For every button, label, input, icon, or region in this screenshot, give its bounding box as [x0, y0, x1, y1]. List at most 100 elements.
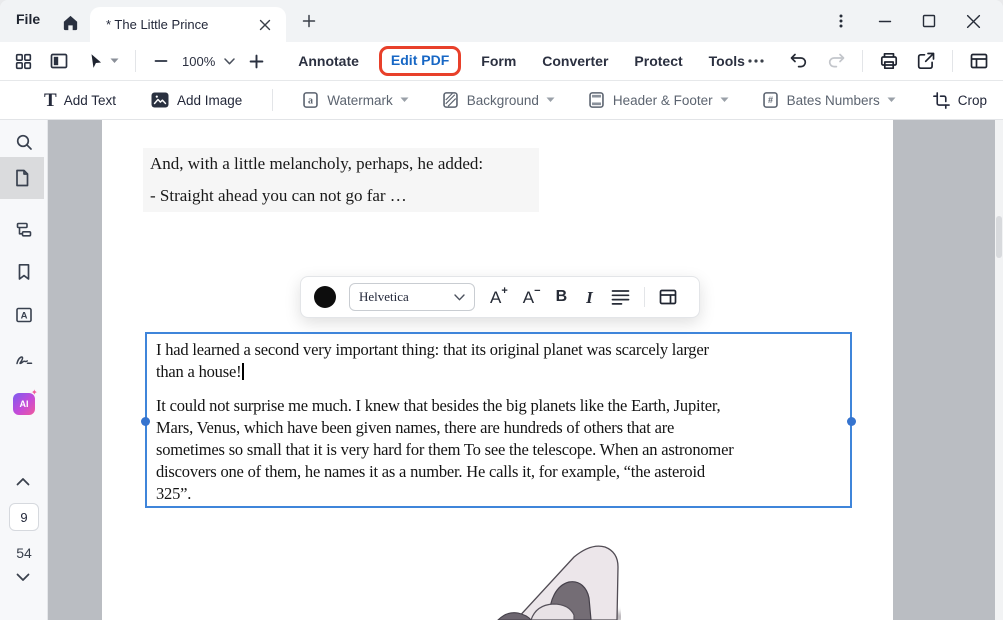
close-window-button[interactable]	[951, 0, 995, 42]
redo-icon	[826, 52, 846, 70]
tab-form[interactable]: Form	[481, 53, 516, 69]
share-export-button[interactable]	[916, 51, 936, 71]
resize-handle-left[interactable]	[141, 417, 150, 426]
italic-button[interactable]: I	[586, 289, 593, 306]
text-block-hover[interactable]: And, with a little melancholy, perhaps, …	[143, 148, 539, 212]
background-button[interactable]: Background	[441, 90, 555, 110]
app-menu-button[interactable]	[819, 0, 863, 42]
tab-edit-pdf[interactable]: Edit PDF	[379, 46, 461, 76]
sparkle-icon: ✦	[31, 388, 38, 397]
minimize-button[interactable]	[863, 0, 907, 42]
text-field-icon: A	[14, 305, 34, 325]
chevron-down-icon	[720, 97, 729, 103]
zoom-in-button[interactable]	[249, 54, 264, 69]
tab-annotate[interactable]: Annotate	[298, 53, 359, 69]
tab-protect[interactable]: Protect	[634, 53, 682, 69]
add-image-button[interactable]: Add Image	[150, 91, 242, 109]
document-canvas: And, with a little melancholy, perhaps, …	[48, 120, 1003, 620]
zoom-dropdown-button[interactable]	[224, 58, 235, 65]
tab-edit-pdf-label: Edit PDF	[391, 52, 449, 68]
more-options-button[interactable]	[747, 58, 765, 64]
page-thumbnails-icon	[12, 168, 32, 188]
header-footer-button[interactable]: Header & Footer	[587, 90, 729, 110]
layout-panel-icon	[969, 51, 989, 71]
edit-toolbar: T Add Text Add Image a Watermark Backgro…	[0, 81, 1003, 120]
page-illustration	[378, 540, 621, 620]
decrease-font-button[interactable]: A−	[523, 289, 541, 306]
crop-button[interactable]: Crop	[932, 91, 987, 110]
bates-numbers-button[interactable]: # Bates Numbers	[761, 90, 896, 110]
home-button[interactable]	[58, 10, 82, 34]
plus-icon	[302, 14, 316, 28]
doc-text-line: It could not surprise me much. I knew th…	[156, 395, 841, 417]
font-color-swatch[interactable]	[314, 286, 336, 308]
undo-button[interactable]	[789, 52, 809, 70]
grid-view-button[interactable]	[14, 52, 33, 71]
select-tool-button[interactable]	[87, 52, 119, 70]
current-page-input[interactable]: 9	[9, 503, 39, 531]
scrollbar-thumb[interactable]	[996, 216, 1002, 258]
grid-view-icon	[14, 52, 33, 71]
chevron-up-icon	[16, 477, 30, 486]
sidebar-item-signature[interactable]	[14, 349, 34, 369]
watermark-icon: a	[301, 90, 320, 110]
home-icon	[61, 13, 80, 32]
pdf-page[interactable]: And, with a little melancholy, perhaps, …	[102, 120, 893, 620]
sidebar-item-fields[interactable]: A	[14, 305, 34, 325]
zoom-level[interactable]: 100%	[182, 54, 215, 69]
maximize-button[interactable]	[907, 0, 951, 42]
divider	[135, 50, 136, 72]
minus-icon	[154, 54, 168, 68]
background-label: Background	[467, 93, 539, 108]
bates-numbers-icon: #	[761, 90, 780, 110]
svg-text:a: a	[308, 95, 313, 106]
left-sidebar: A AI ✦ 9 54	[0, 120, 48, 620]
properties-panel-icon	[658, 287, 678, 307]
watermark-button[interactable]: a Watermark	[301, 90, 409, 110]
add-text-button[interactable]: T Add Text	[44, 91, 116, 110]
resize-handle-right[interactable]	[847, 417, 856, 426]
toolbar-right-group	[747, 50, 989, 72]
increase-font-button[interactable]: A+	[490, 289, 508, 306]
bold-button[interactable]: B	[556, 289, 568, 305]
tab-converter[interactable]: Converter	[542, 53, 608, 69]
sidebar-item-pages-selected[interactable]	[0, 157, 44, 199]
tab-close-button[interactable]	[256, 16, 274, 34]
new-tab-button[interactable]	[298, 10, 320, 32]
tab-title: * The Little Prince	[106, 17, 208, 32]
selected-text-box[interactable]: I had learned a second very important th…	[145, 332, 852, 508]
previous-page-button[interactable]	[16, 473, 32, 483]
next-page-button[interactable]	[16, 569, 32, 579]
layout-panel-button[interactable]	[969, 51, 989, 71]
vertical-scrollbar[interactable]	[995, 120, 1003, 620]
print-button[interactable]	[879, 51, 899, 71]
outline-tree-icon	[14, 220, 34, 240]
doc-text-line: 325”.	[156, 483, 841, 505]
align-button[interactable]	[611, 289, 630, 306]
redo-button[interactable]	[826, 52, 846, 70]
chevron-down-icon	[400, 97, 409, 103]
file-menu[interactable]: File	[16, 11, 40, 27]
panel-toggle-button[interactable]	[49, 51, 69, 71]
chevron-down-icon	[110, 58, 119, 64]
crop-icon	[932, 91, 951, 110]
zoom-out-button[interactable]	[154, 54, 168, 68]
divider	[952, 50, 953, 72]
properties-panel-button[interactable]	[658, 287, 678, 307]
current-page-value: 9	[20, 510, 27, 525]
sidebar-item-outline[interactable]	[14, 220, 34, 240]
minimize-icon	[878, 14, 892, 28]
doc-text-line: Mars, Venus, which have been given names…	[156, 417, 841, 439]
share-export-icon	[916, 51, 936, 71]
tab-tools[interactable]: Tools	[709, 53, 745, 69]
sidebar-item-bookmarks[interactable]	[14, 262, 34, 282]
search-button[interactable]	[14, 132, 34, 152]
panel-toggle-icon	[49, 51, 69, 71]
signature-icon	[14, 349, 34, 369]
total-pages-label: 54	[0, 545, 48, 561]
document-tab[interactable]: * The Little Prince	[90, 7, 286, 42]
divider	[644, 287, 645, 307]
font-family-select[interactable]: Helvetica	[349, 283, 475, 311]
text-caret	[242, 363, 244, 380]
add-image-label: Add Image	[177, 93, 242, 108]
